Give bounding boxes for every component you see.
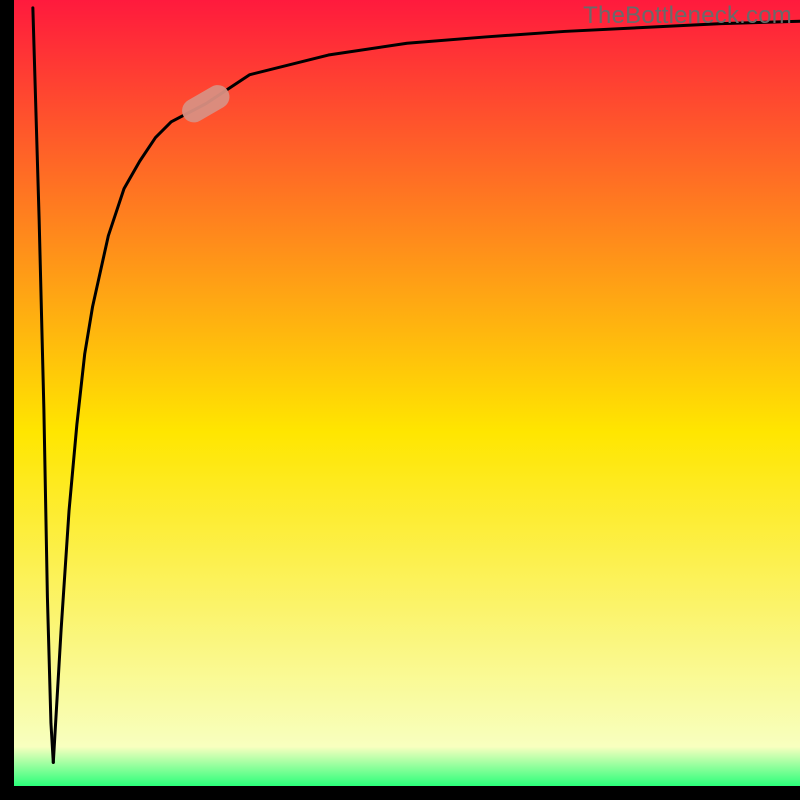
bottleneck-chart bbox=[0, 0, 800, 800]
x-axis bbox=[0, 786, 800, 800]
y-axis bbox=[0, 0, 14, 800]
watermark-text: TheBottleneck.com bbox=[583, 2, 792, 30]
plot-background bbox=[14, 0, 800, 786]
